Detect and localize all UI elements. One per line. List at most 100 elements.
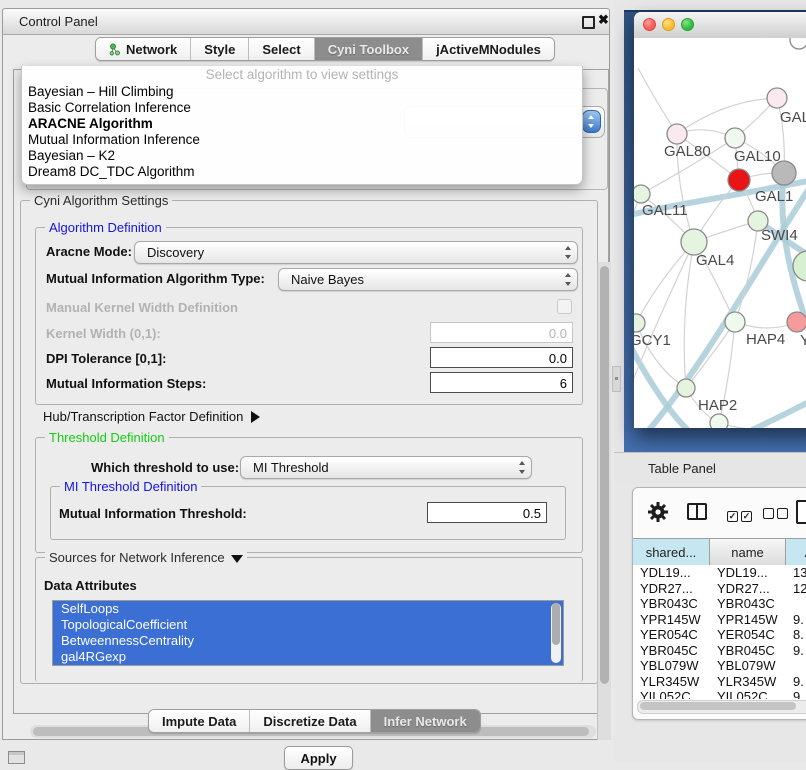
network-node-gal[interactable] bbox=[767, 88, 787, 108]
combobox-spinner[interactable] bbox=[582, 110, 601, 133]
table-row[interactable]: YDL19...YDL19...13 bbox=[633, 565, 806, 581]
control-panel-window: Control Panel ✖ Network Style Select Cyni T… bbox=[2, 8, 610, 740]
table-cell: YDR27... bbox=[633, 581, 710, 597]
network-edge[interactable] bbox=[752, 390, 806, 428]
network-node-gal1[interactable] bbox=[728, 169, 750, 191]
network-node[interactable] bbox=[710, 414, 728, 428]
node-label: HAP2 bbox=[698, 397, 737, 414]
column-header-shared[interactable]: shared... bbox=[633, 539, 710, 565]
dpi-tolerance-input[interactable]: 0.0 bbox=[430, 347, 573, 368]
kernel-width-input[interactable]: 0.0 bbox=[430, 322, 573, 343]
table-cell: 13 bbox=[786, 565, 806, 581]
table-cell: YPR145W bbox=[710, 612, 786, 628]
tab-select[interactable]: Select bbox=[249, 38, 314, 60]
hub-definition-toggle[interactable]: Hub/Transcription Factor Definition bbox=[43, 409, 260, 424]
table-row[interactable]: YIL052CYIL052C9 bbox=[633, 689, 806, 699]
network-edge[interactable] bbox=[684, 242, 694, 388]
which-threshold-value: MI Threshold bbox=[241, 460, 515, 475]
data-attributes-list[interactable]: SelfLoopsTopologicalCoefficientBetweenne… bbox=[52, 600, 564, 666]
tab-style[interactable]: Style bbox=[191, 38, 249, 60]
table-row[interactable]: YBR043CYBR043C bbox=[633, 596, 806, 612]
float-panel-icon[interactable] bbox=[582, 16, 595, 29]
table-row[interactable]: YER054CYER054C8. bbox=[633, 627, 806, 643]
settings-group-title: Cyni Algorithm Settings bbox=[30, 193, 172, 208]
mi-steps-input[interactable]: 6 bbox=[430, 372, 573, 393]
algorithm-option[interactable]: Mutual Information Inference bbox=[22, 132, 582, 148]
attribute-list-item[interactable]: BetweennessCentrality bbox=[53, 633, 563, 649]
attribute-list-item[interactable]: gal4RGexp bbox=[53, 649, 563, 665]
mi-threshold-input[interactable]: 0.5 bbox=[427, 502, 547, 523]
column-header-name[interactable]: name bbox=[710, 539, 786, 565]
scrollbar-thumb[interactable] bbox=[640, 702, 796, 710]
network-canvas[interactable]: GALGAL80GAL10GAL1SWI4GAL11GAL4GCY1HAP4YH… bbox=[634, 38, 806, 428]
network-node-gal11[interactable] bbox=[634, 185, 650, 203]
collapsed-panel-icon[interactable] bbox=[8, 751, 25, 764]
tab-label: Select bbox=[262, 42, 300, 57]
page-icon[interactable] bbox=[796, 500, 806, 524]
threshold-definition-title: Threshold Definition bbox=[45, 430, 169, 445]
table-horizontal-scrollbar[interactable] bbox=[637, 700, 806, 714]
bottom-tab-impute-data[interactable]: Impute Data bbox=[149, 710, 250, 732]
network-node[interactable] bbox=[790, 38, 806, 49]
columns-icon[interactable] bbox=[687, 503, 707, 520]
list-scrollbar[interactable] bbox=[551, 603, 561, 663]
manual-kernel-label: Manual Kernel Width Definition bbox=[46, 300, 238, 315]
algorithm-option[interactable]: Bayesian – Hill Climbing bbox=[22, 84, 582, 100]
mi-threshold-group: MI Threshold Definition Mutual Informati… bbox=[50, 486, 566, 540]
network-edge[interactable] bbox=[677, 98, 777, 134]
table-cell: YDL19... bbox=[710, 565, 786, 581]
mi-type-combobox[interactable]: Naive Bayes bbox=[278, 268, 578, 291]
table-cell: YPR145W bbox=[633, 612, 710, 628]
network-edge[interactable] bbox=[638, 68, 677, 134]
aracne-mode-combobox[interactable]: Discovery bbox=[134, 241, 578, 264]
algorithm-option[interactable]: Bayesian – K2 bbox=[22, 148, 582, 164]
which-threshold-combobox[interactable]: MI Threshold bbox=[240, 456, 532, 479]
splitpane-divider[interactable] bbox=[612, 366, 621, 392]
close-icon[interactable]: ✖ bbox=[598, 12, 609, 28]
tab-jactivemnodules[interactable]: jActiveMNodules bbox=[423, 38, 554, 60]
network-node-gal80[interactable] bbox=[667, 124, 687, 144]
apply-button[interactable]: Apply bbox=[284, 746, 353, 770]
network-node-gcy1[interactable] bbox=[634, 314, 645, 332]
checked-boxes-icon[interactable]: ✓✓ bbox=[727, 506, 752, 524]
network-view-window[interactable]: GALGAL80GAL10GAL1SWI4GAL11GAL4GCY1HAP4YH… bbox=[634, 12, 806, 428]
tab-label: Impute Data bbox=[162, 714, 236, 729]
tab-label: Network bbox=[126, 42, 177, 57]
tab-cyni-toolbox[interactable]: Cyni Toolbox bbox=[315, 38, 423, 60]
control-panel-title: Control Panel bbox=[19, 14, 98, 29]
spinner-up-icon bbox=[588, 115, 594, 119]
scrollbar-thumb[interactable] bbox=[600, 266, 609, 684]
unchecked-boxes-icon[interactable] bbox=[763, 506, 788, 524]
tab-network[interactable]: Network bbox=[96, 38, 191, 60]
table-row[interactable]: YDR27...YDR27...12 bbox=[633, 581, 806, 597]
table-row[interactable]: YBR045CYBR045C9. bbox=[633, 643, 806, 659]
manual-kernel-checkbox[interactable] bbox=[557, 299, 572, 314]
bottom-tab-infer-network[interactable]: Infer Network bbox=[371, 710, 480, 732]
network-node-hap4[interactable] bbox=[725, 312, 745, 332]
aracne-mode-label: Aracne Mode: bbox=[46, 244, 132, 259]
mi-type-value: Naive Bayes bbox=[279, 272, 561, 287]
gear-icon[interactable] bbox=[647, 501, 669, 523]
zoom-traffic-light-icon[interactable] bbox=[681, 18, 694, 31]
table-row[interactable]: YLR345WYLR345W9. bbox=[633, 674, 806, 690]
collapse-down-icon bbox=[231, 555, 243, 563]
table-row[interactable]: YBL079WYBL079W bbox=[633, 658, 806, 674]
network-node-hap2[interactable] bbox=[677, 379, 695, 397]
attribute-list-item[interactable]: SelfLoops bbox=[53, 601, 563, 617]
settings-vertical-scrollbar[interactable] bbox=[597, 262, 611, 740]
network-node-y[interactable] bbox=[787, 312, 806, 332]
close-traffic-light-icon[interactable] bbox=[643, 18, 656, 31]
algorithm-option[interactable]: ARACNE Algorithm bbox=[22, 116, 582, 132]
attribute-list-item[interactable]: TopologicalCoefficient bbox=[53, 617, 563, 633]
minimize-traffic-light-icon[interactable] bbox=[662, 18, 675, 31]
sources-group-title[interactable]: Sources for Network Inference bbox=[45, 550, 247, 565]
bottom-tab-discretize-data[interactable]: Discretize Data bbox=[250, 710, 370, 732]
network-node[interactable] bbox=[772, 161, 796, 185]
spinner-down-icon bbox=[588, 124, 594, 128]
table-row[interactable]: YPR145WYPR145W9. bbox=[633, 612, 806, 628]
algorithm-option[interactable]: Basic Correlation Inference bbox=[22, 100, 582, 116]
column-header-a[interactable]: A bbox=[786, 539, 806, 565]
combo-arrows-icon bbox=[561, 242, 577, 263]
algorithm-option[interactable]: Dream8 DC_TDC Algorithm bbox=[22, 164, 582, 180]
network-node-gal10[interactable] bbox=[725, 128, 745, 148]
